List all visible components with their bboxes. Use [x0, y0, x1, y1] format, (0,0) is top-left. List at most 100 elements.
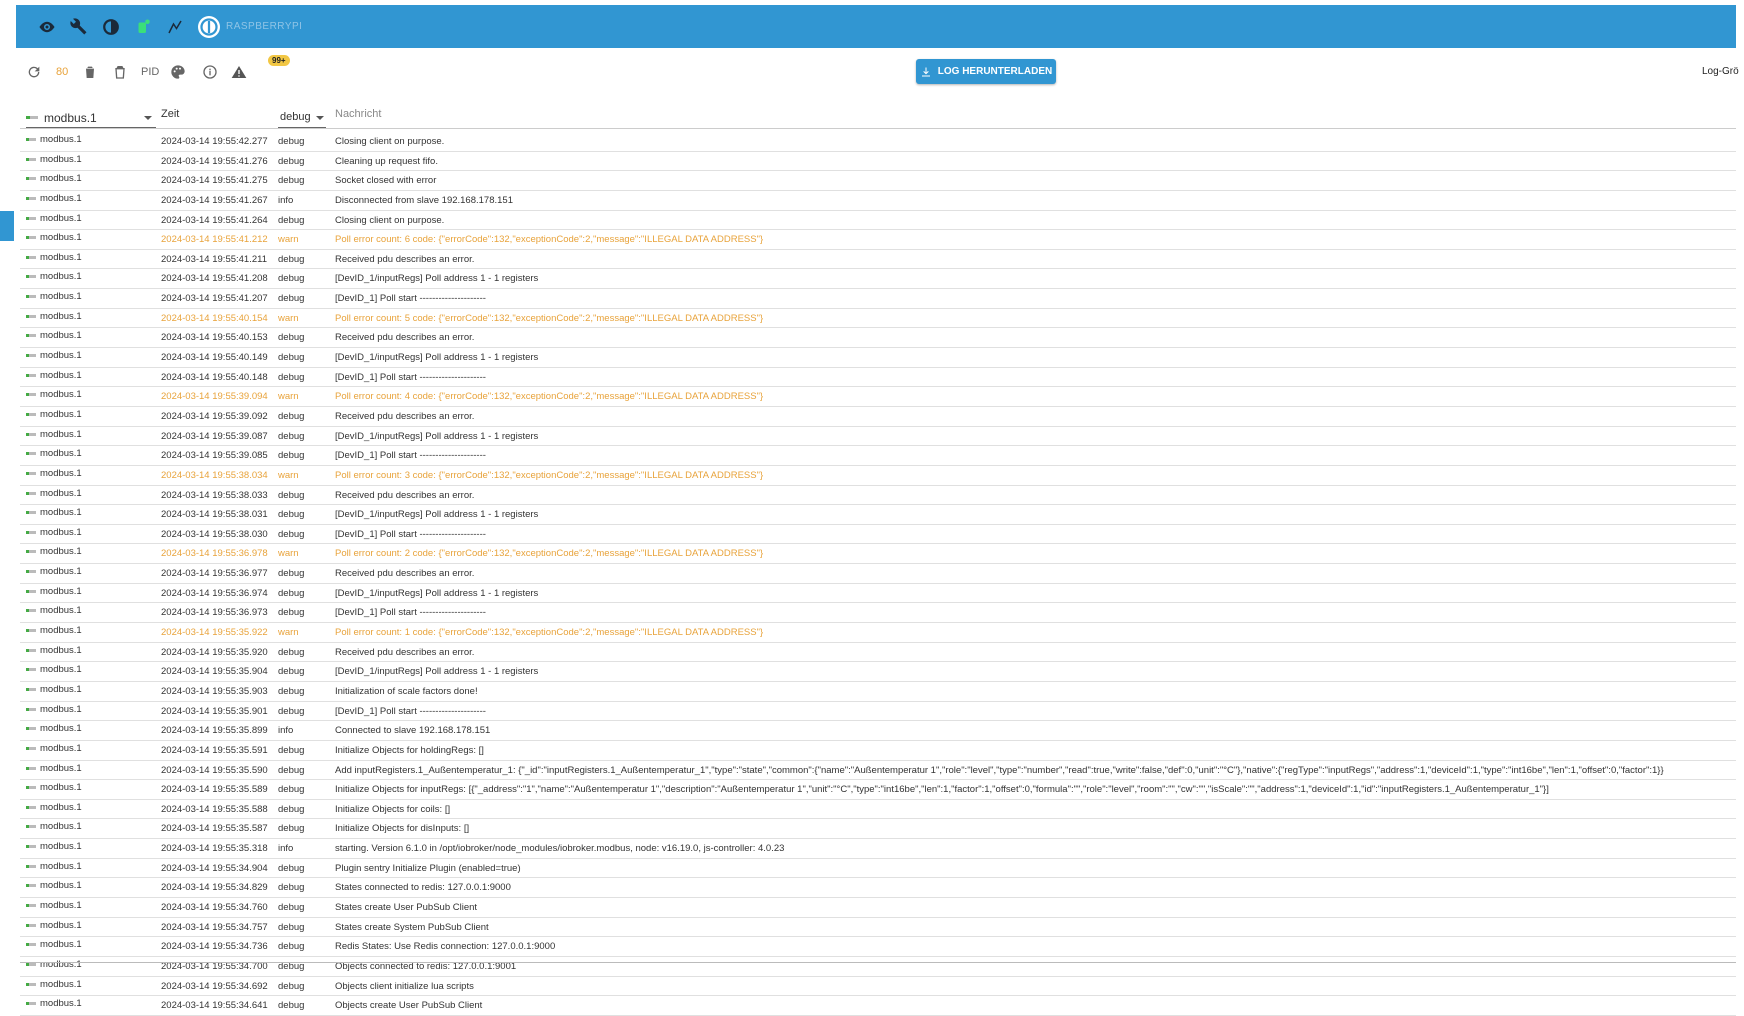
source-indicator-icon [26, 550, 36, 554]
trash-icon[interactable] [82, 62, 98, 82]
row-source: modbus.1 [26, 998, 82, 1009]
host-name[interactable]: RASPBERRYPI [226, 21, 302, 32]
table-row[interactable]: modbus.1 2024-03-14 19:55:35.591 debug Init… [20, 741, 1736, 761]
table-row[interactable]: modbus.1 2024-03-14 19:55:35.922 warn Poll … [20, 623, 1736, 643]
row-source-label: modbus.1 [40, 782, 82, 794]
table-row[interactable]: modbus.1 2024-03-14 19:55:35.899 info Conne… [20, 721, 1736, 741]
row-source: modbus.1 [26, 821, 82, 832]
level-filter-select[interactable]: debug [278, 110, 326, 128]
source-indicator-icon [26, 884, 36, 888]
row-source: modbus.1 [26, 605, 82, 616]
refresh-icon[interactable] [26, 62, 42, 82]
host-logo-icon[interactable] [198, 15, 220, 38]
row-source-label: modbus.1 [40, 919, 82, 931]
table-row[interactable]: modbus.1 2024-03-14 19:55:35.901 debug [Dev… [20, 702, 1736, 722]
row-message: Initialize Objects for holdingRegs: [] [335, 744, 484, 756]
row-message: Initialization of scale factors done! [335, 685, 478, 697]
table-row[interactable]: modbus.1 2024-03-14 19:55:36.978 warn Poll … [20, 544, 1736, 565]
table-row[interactable]: modbus.1 2024-03-14 19:55:40.153 debug Rece… [20, 328, 1736, 349]
row-source: modbus.1 [26, 802, 82, 813]
expert-mode-icon[interactable] [166, 18, 184, 36]
table-row[interactable]: modbus.1 2024-03-14 19:55:34.641 debug Obje… [20, 996, 1736, 1016]
table-row[interactable]: modbus.1 2024-03-14 19:55:34.760 debug Stat… [20, 898, 1736, 918]
row-time: 2024-03-14 19:55:34.757 [161, 921, 268, 933]
source-indicator-icon [26, 687, 36, 691]
log-table-body: modbus.1 2024-03-14 19:55:42.277 debug Clos… [20, 132, 1736, 1016]
table-row[interactable]: modbus.1 2024-03-14 19:55:36.977 debug Rece… [20, 564, 1736, 584]
table-row[interactable]: modbus.1 2024-03-14 19:55:35.588 debug Init… [20, 800, 1736, 820]
table-row[interactable]: modbus.1 2024-03-14 19:55:39.085 debug [Dev… [20, 446, 1736, 466]
message-filter-input[interactable]: Nachricht [335, 108, 381, 120]
table-row[interactable]: modbus.1 2024-03-14 19:55:35.903 debug Init… [20, 682, 1736, 702]
eye-icon[interactable] [38, 18, 56, 36]
wrench-icon[interactable] [70, 17, 88, 36]
row-level: warn [278, 627, 299, 639]
row-level: debug [278, 214, 305, 226]
row-message: [DevID_1] Poll start -------------------… [335, 293, 486, 305]
table-row[interactable]: modbus.1 2024-03-14 19:55:36.974 debug [Dev… [20, 584, 1736, 604]
warning-count-badge: 99+ [268, 55, 290, 66]
table-row[interactable]: modbus.1 2024-03-14 19:55:40.148 debug [Dev… [20, 368, 1736, 388]
source-indicator-icon [26, 432, 36, 436]
row-level: info [278, 194, 294, 206]
table-row[interactable]: modbus.1 2024-03-14 19:55:42.277 debug Clos… [20, 132, 1736, 152]
table-row[interactable]: modbus.1 2024-03-14 19:55:39.092 debug Rece… [20, 407, 1736, 427]
info-icon[interactable] [202, 62, 218, 82]
contrast-icon[interactable] [102, 18, 120, 36]
line-count[interactable]: 80 [56, 62, 68, 82]
table-row[interactable]: modbus.1 2024-03-14 19:55:35.589 debug Init… [20, 780, 1736, 800]
table-row[interactable]: modbus.1 2024-03-14 19:55:39.094 warn Poll … [20, 387, 1736, 407]
row-message: [DevID_1/inputRegs] Poll address 1 - 1 r… [335, 430, 539, 442]
row-time: 2024-03-14 19:55:38.034 [161, 469, 268, 481]
table-row[interactable]: modbus.1 2024-03-14 19:55:35.590 debug Add … [20, 761, 1736, 781]
row-time: 2024-03-14 19:55:34.692 [161, 980, 268, 992]
warning-icon[interactable] [231, 62, 247, 82]
row-source-label: modbus.1 [40, 408, 82, 420]
row-message: Socket closed with error [335, 175, 437, 187]
table-row[interactable]: modbus.1 2024-03-14 19:55:41.211 debug Rece… [20, 250, 1736, 270]
table-row[interactable]: modbus.1 2024-03-14 19:55:41.264 debug Clos… [20, 211, 1736, 231]
table-row[interactable]: modbus.1 2024-03-14 19:55:41.267 info Disco… [20, 191, 1736, 211]
table-row[interactable]: modbus.1 2024-03-14 19:55:40.149 debug [Dev… [20, 348, 1736, 368]
table-row[interactable]: modbus.1 2024-03-14 19:55:38.034 warn Poll … [20, 466, 1736, 486]
table-row[interactable]: modbus.1 2024-03-14 19:55:35.904 debug [Dev… [20, 662, 1736, 682]
palette-icon[interactable] [170, 62, 186, 82]
table-row[interactable]: modbus.1 2024-03-14 19:55:34.904 debug Plug… [20, 859, 1736, 879]
table-row[interactable]: modbus.1 2024-03-14 19:55:41.207 debug [Dev… [20, 289, 1736, 309]
row-level: debug [278, 568, 305, 580]
table-row[interactable]: modbus.1 2024-03-14 19:55:41.212 warn Poll … [20, 230, 1736, 250]
row-source-label: modbus.1 [40, 134, 82, 145]
source-filter-select[interactable]: modbus.1 [26, 110, 156, 128]
left-drawer-handle[interactable] [0, 211, 14, 241]
table-row[interactable]: modbus.1 2024-03-14 19:55:38.030 debug [Dev… [20, 525, 1736, 545]
source-indicator-icon [26, 609, 36, 613]
table-row[interactable]: modbus.1 2024-03-14 19:55:35.587 debug Init… [20, 819, 1736, 840]
table-row[interactable]: modbus.1 2024-03-14 19:55:35.318 info start… [20, 839, 1736, 859]
table-row[interactable]: modbus.1 2024-03-14 19:55:41.276 debug Clea… [20, 152, 1736, 172]
source-indicator-icon [26, 570, 36, 574]
row-source: modbus.1 [26, 468, 82, 479]
table-row[interactable]: modbus.1 2024-03-14 19:55:40.154 warn Poll … [20, 309, 1736, 329]
source-indicator-icon [26, 334, 36, 338]
source-indicator-icon [26, 982, 36, 986]
row-time: 2024-03-14 19:55:38.030 [161, 528, 268, 540]
row-time: 2024-03-14 19:55:35.587 [161, 823, 268, 835]
table-row[interactable]: modbus.1 2024-03-14 19:55:38.033 debug Rece… [20, 486, 1736, 506]
row-time: 2024-03-14 19:55:41.267 [161, 194, 268, 206]
pid-toggle[interactable]: PID [141, 62, 159, 82]
table-row[interactable]: modbus.1 2024-03-14 19:55:34.829 debug Stat… [20, 878, 1736, 898]
download-log-button[interactable]: LOG HERUNTERLADEN [916, 59, 1056, 84]
table-row[interactable]: modbus.1 2024-03-14 19:55:34.757 debug Stat… [20, 918, 1736, 938]
table-row[interactable]: modbus.1 2024-03-14 19:55:35.920 debug Rece… [20, 643, 1736, 663]
table-row[interactable]: modbus.1 2024-03-14 19:55:34.692 debug Obje… [20, 977, 1736, 997]
notification-icon[interactable] [134, 18, 152, 36]
table-row[interactable]: modbus.1 2024-03-14 19:55:41.275 debug Sock… [20, 171, 1736, 191]
trash-all-icon[interactable] [112, 62, 128, 82]
table-row[interactable]: modbus.1 2024-03-14 19:55:38.031 debug [Dev… [20, 505, 1736, 525]
table-row[interactable]: modbus.1 2024-03-14 19:55:39.087 debug [Dev… [20, 427, 1736, 447]
chevron-down-icon [144, 116, 152, 120]
table-row[interactable]: modbus.1 2024-03-14 19:55:34.736 debug Redi… [20, 937, 1736, 957]
table-row[interactable]: modbus.1 2024-03-14 19:55:41.208 debug [Dev… [20, 269, 1736, 290]
table-row[interactable]: modbus.1 2024-03-14 19:55:36.973 debug [Dev… [20, 603, 1736, 624]
row-source-label: modbus.1 [40, 350, 82, 362]
